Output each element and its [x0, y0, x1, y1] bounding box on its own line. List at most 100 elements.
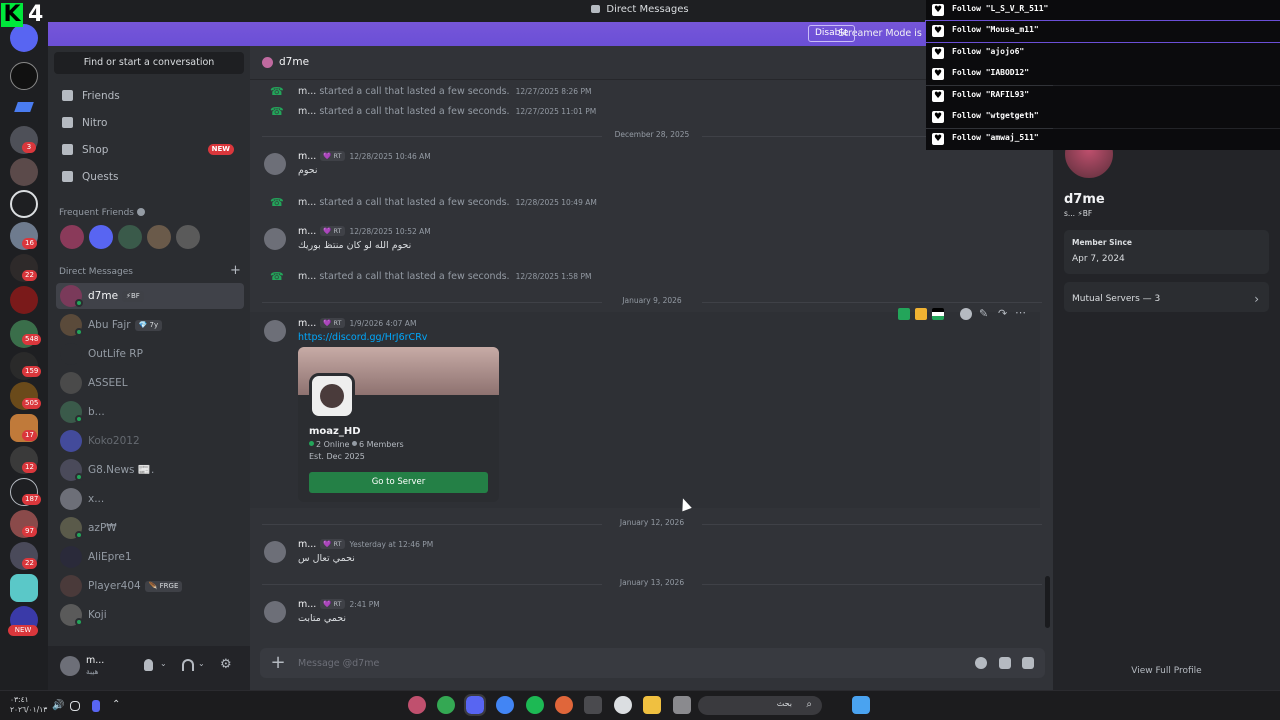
folder-icon[interactable]: [643, 696, 661, 714]
author[interactable]: m...: [298, 318, 316, 329]
go-to-server-button[interactable]: Go to Server: [309, 472, 488, 493]
scrollbar[interactable]: [1045, 576, 1050, 628]
gift-icon[interactable]: [1022, 657, 1034, 669]
dm-item[interactable]: b...: [56, 399, 244, 425]
unread-badge: 16: [22, 238, 37, 249]
frequent-friend-avatar[interactable]: [60, 225, 84, 249]
flag-reaction-icon[interactable]: [932, 308, 944, 320]
dm-item[interactable]: ASSEEL: [56, 370, 244, 396]
server-icon-4[interactable]: [10, 158, 38, 186]
checkmark-reaction-icon[interactable]: [898, 308, 910, 320]
frequent-friends-header: Frequent Friends: [59, 208, 145, 218]
avatar[interactable]: [264, 601, 286, 623]
discord-tray-icon[interactable]: [92, 700, 100, 712]
discord-icon[interactable]: [464, 694, 486, 716]
create-dm-button[interactable]: +: [230, 263, 241, 278]
dm-item[interactable]: d7me ⚡BF: [56, 283, 244, 309]
mutual-servers-button[interactable]: Mutual Servers — 3 ›: [1064, 282, 1269, 312]
heart-icon: ♥: [932, 90, 944, 102]
server-icon-heart[interactable]: [10, 190, 38, 218]
frequent-friend-avatar[interactable]: [89, 225, 113, 249]
chevron-down-icon[interactable]: ⌄: [160, 659, 172, 671]
find-conversation-button[interactable]: Find or start a conversation: [54, 52, 244, 74]
frequent-friend-avatar[interactable]: [118, 225, 142, 249]
author[interactable]: m...: [298, 599, 316, 610]
message: m... 💜 RT Yesterday at 12:46 PM نحمي تعال س: [250, 539, 1040, 569]
dm-item[interactable]: x...: [56, 486, 244, 512]
obs-icon[interactable]: [614, 696, 632, 714]
dm-item[interactable]: Abu Fajr 💎 7y: [56, 312, 244, 338]
avatar[interactable]: [60, 656, 80, 676]
more-icon[interactable]: ⋯: [1015, 307, 1027, 320]
avatar[interactable]: [264, 153, 286, 175]
nav-nitro[interactable]: Nitro: [56, 111, 244, 135]
invite-link[interactable]: https://discord.gg/HrJ6rCRv: [298, 332, 427, 343]
heart-icon: ♥: [932, 4, 944, 16]
shop-icon: [62, 144, 73, 155]
app-icon[interactable]: [555, 696, 573, 714]
forward-icon[interactable]: ↷: [998, 308, 1010, 320]
chevron-up-icon[interactable]: ⌃: [112, 699, 122, 710]
edit-icon[interactable]: ✎: [979, 308, 991, 320]
unread-badge: 3: [22, 142, 36, 153]
chrome-icon[interactable]: [496, 696, 514, 714]
avatar[interactable]: [264, 228, 286, 250]
nav-shop[interactable]: Shop NEW: [56, 138, 244, 162]
timestamp: 12/27/2025 8:26 PM: [515, 87, 592, 96]
avatar[interactable]: [264, 541, 286, 563]
volume-icon[interactable]: 🔊: [52, 700, 64, 712]
message-input[interactable]: [298, 654, 898, 672]
author[interactable]: m...: [298, 226, 316, 237]
author: m...: [298, 197, 317, 208]
server-icon-njld[interactable]: [10, 62, 38, 90]
server-icon-8[interactable]: [10, 286, 38, 314]
dm-item[interactable]: azP₩: [56, 515, 244, 541]
server-icon: [309, 373, 355, 419]
headphones-icon[interactable]: [182, 659, 194, 671]
author[interactable]: m...: [298, 539, 316, 550]
timestamp: 12/27/2025 11:01 PM: [515, 107, 597, 116]
chrome-icon[interactable]: [437, 696, 455, 714]
nav-friends[interactable]: Friends: [56, 84, 244, 108]
frequent-friend-avatar[interactable]: [176, 225, 200, 249]
role-badge: 💜 RT: [320, 226, 345, 236]
taskbar-search[interactable]: بحث ⌕: [698, 696, 822, 715]
profile-subtitle: s... ⚡BF: [1064, 209, 1093, 218]
server-icon-blue[interactable]: [10, 94, 38, 122]
taskbar-app-icon[interactable]: [408, 696, 426, 714]
network-icon[interactable]: [70, 701, 80, 711]
dm-item[interactable]: AliEpre1: [56, 544, 244, 570]
dm-item[interactable]: Player404 🪶 FRGE: [56, 573, 244, 599]
windows-start-icon[interactable]: [852, 696, 870, 714]
gear-icon[interactable]: ⚙: [220, 658, 232, 671]
spotify-icon[interactable]: [526, 696, 544, 714]
task-view-icon[interactable]: [673, 696, 691, 714]
dm-item[interactable]: OutLife RP: [56, 341, 244, 367]
server-icon-17[interactable]: [10, 574, 38, 602]
nav-quests[interactable]: Quests: [56, 165, 244, 189]
add-reaction-icon[interactable]: [960, 308, 972, 320]
disable-streamer-mode-button[interactable]: Disable: [808, 25, 856, 42]
message: m... 💜 RT 12/28/2025 10:52 AM نحوم الله لو …: [250, 226, 1040, 256]
thumbs-up-reaction-icon[interactable]: [915, 308, 927, 320]
chevron-down-icon[interactable]: ⌄: [198, 659, 210, 671]
add-attachment-button[interactable]: +: [268, 653, 288, 673]
store-icon[interactable]: [584, 696, 602, 714]
frequent-friend-avatar[interactable]: [147, 225, 171, 249]
author[interactable]: m...: [298, 151, 316, 162]
dm-item[interactable]: G8.News 📰.: [56, 457, 244, 483]
follow-alert: ♥ Follow "Mousa_m11": [925, 20, 1280, 43]
search-placeholder: بحث: [776, 699, 792, 708]
avatar: [60, 343, 82, 365]
microphone-icon[interactable]: [144, 659, 153, 671]
message-body: نحمي تعال س: [298, 553, 355, 564]
view-full-profile-button[interactable]: View Full Profile: [1053, 666, 1280, 676]
timestamp: 12/28/2025 10:46 AM: [349, 152, 431, 161]
emoji-icon[interactable]: [975, 657, 987, 669]
system-clock[interactable]: ٠٣:٤١ ٢٠٢٦/٠١/١٣: [10, 695, 47, 715]
apps-icon[interactable]: [999, 657, 1011, 669]
dm-item[interactable]: Koji: [56, 602, 244, 628]
avatar[interactable]: [264, 320, 286, 342]
dm-item[interactable]: Koko2012: [56, 428, 244, 454]
avatar: [60, 546, 82, 568]
